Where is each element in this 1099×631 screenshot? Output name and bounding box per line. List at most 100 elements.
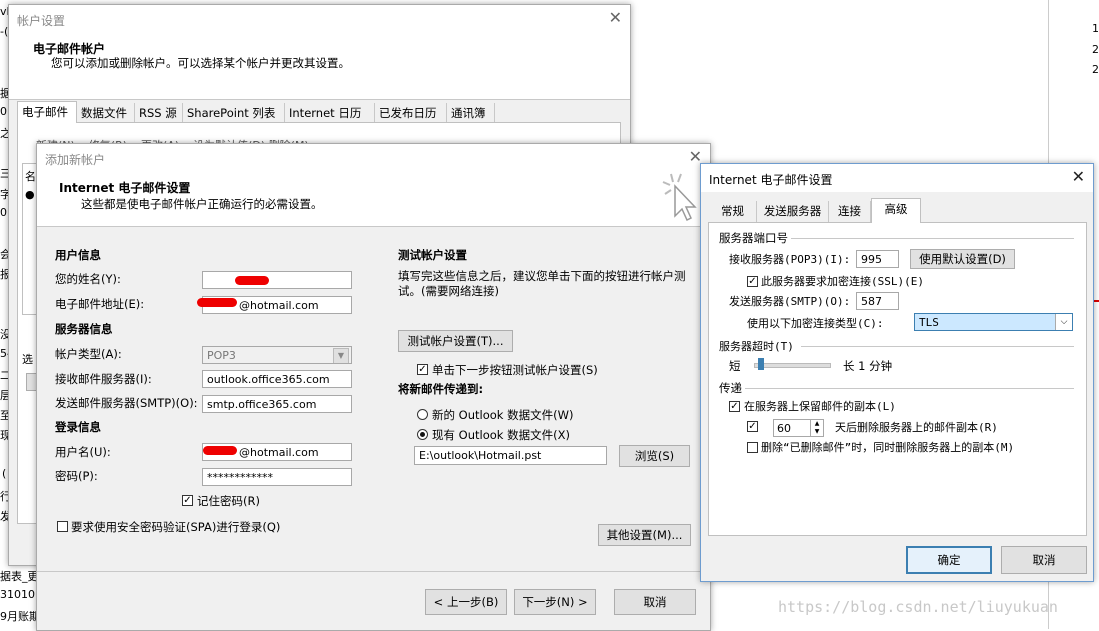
more-settings-button[interactable]: 其他设置(M)... bbox=[598, 524, 691, 546]
account-settings-titlebar: 帐户设置 ✕ 电子邮件帐户 您可以添加或删除帐户。可以选择某个帐户并更改其设置。 bbox=[9, 5, 630, 99]
cancel-button[interactable]: 取消 bbox=[1001, 546, 1087, 574]
add-account-header: 添加新帐户 ✕ Internet 电子邮件设置 这些都是使电子邮件帐户正确运行的… bbox=[37, 144, 710, 226]
password-label: 密码(P): bbox=[55, 469, 98, 483]
spa-label: 要求使用安全密码验证(SPA)进行登录(Q) bbox=[71, 520, 281, 534]
window-title: Internet 电子邮件设置 bbox=[709, 173, 833, 187]
encryption-type-value: TLS bbox=[919, 316, 939, 329]
delete-with-deleted-items-checkbox[interactable] bbox=[747, 442, 758, 453]
smtp-label: 发送服务器(SMTP)(O): bbox=[729, 295, 851, 308]
username-label: 用户名(U): bbox=[55, 445, 111, 459]
ssl-label: 此服务器要求加密连接(SSL)(E) bbox=[761, 275, 924, 288]
bg-frag: ( bbox=[2, 467, 7, 480]
keep-copy-label: 在服务器上保留邮件的副本(L) bbox=[744, 400, 896, 413]
username-input-text: @hotmail.com bbox=[239, 446, 319, 459]
redaction-mark bbox=[235, 276, 269, 285]
use-defaults-button[interactable]: 使用默认设置(D) bbox=[910, 249, 1015, 269]
delete-after-days-checkbox[interactable]: ✓ bbox=[747, 421, 758, 432]
timeout-slider-thumb[interactable] bbox=[757, 358, 764, 370]
outgoing-server-input[interactable]: smtp.office365.com bbox=[202, 395, 352, 413]
account-type-value: POP3 bbox=[207, 349, 236, 362]
tab-0[interactable]: 电子邮件 bbox=[17, 101, 77, 123]
chevron-down-icon: ⌵ bbox=[1055, 314, 1072, 330]
ssl-checkbox[interactable]: ✓ bbox=[747, 276, 758, 287]
bg-frag: 9月账期 bbox=[0, 610, 40, 623]
left-fragment: 选 bbox=[22, 353, 33, 366]
redaction-mark bbox=[197, 298, 237, 307]
close-icon[interactable]: ✕ bbox=[609, 9, 622, 27]
timeout-section: 服务器超时(T) bbox=[719, 340, 794, 353]
tab-2[interactable]: RSS 源 bbox=[135, 103, 183, 122]
delivery-section: 传递 bbox=[719, 381, 742, 395]
section-subheading: 您可以添加或删除帐户。可以选择某个帐户并更改其设置。 bbox=[51, 56, 350, 70]
cancel-button[interactable]: 取消 bbox=[614, 589, 696, 615]
bg-number-3: 2 bbox=[1092, 63, 1099, 76]
password-input[interactable]: ************ bbox=[202, 468, 352, 486]
stepper-down-icon[interactable]: ▼ bbox=[810, 428, 823, 436]
tab-5[interactable]: 已发布日历 bbox=[375, 103, 447, 122]
browse-button[interactable]: 浏览(S) bbox=[619, 445, 690, 467]
incoming-server-label: 接收邮件服务器(I): bbox=[55, 372, 152, 386]
timeout-short-label: 短 bbox=[729, 359, 741, 373]
incoming-server-input[interactable]: outlook.office365.com bbox=[202, 370, 352, 388]
new-data-file-radio[interactable] bbox=[417, 409, 428, 420]
window-title: 帐户设置 bbox=[17, 14, 66, 28]
account-icon: ● bbox=[25, 188, 35, 201]
smtp-port-input[interactable]: 587 bbox=[856, 292, 899, 310]
server-info-section: 服务器信息 bbox=[55, 322, 113, 336]
tab-0[interactable]: 常规 bbox=[709, 201, 757, 222]
test-description: 填写完这些信息之后，建议您单击下面的按钮进行帐户测试。(需要网络连接) bbox=[398, 269, 686, 298]
tab-1[interactable]: 发送服务器 bbox=[757, 201, 829, 222]
data-file-path-input[interactable]: E:\outlook\Hotmail.pst bbox=[414, 446, 607, 465]
keep-copy-checkbox[interactable]: ✓ bbox=[729, 401, 740, 412]
next-button[interactable]: 下一步(N) > bbox=[514, 589, 596, 615]
close-icon[interactable]: ✕ bbox=[1072, 168, 1085, 186]
tab-3[interactable]: 高级 bbox=[871, 198, 921, 223]
test-account-button[interactable]: 测试帐户设置(T)... bbox=[398, 330, 513, 352]
cursor-sparkle-icon bbox=[662, 173, 697, 222]
account-type-label: 帐户类型(A): bbox=[55, 347, 122, 361]
days-stepper[interactable]: 60 ▲ ▼ bbox=[773, 419, 824, 437]
email-input-text: @hotmail.com bbox=[239, 299, 319, 312]
bg-frag: 31010 bbox=[0, 588, 35, 601]
encryption-type-select[interactable]: TLS ⌵ bbox=[914, 313, 1073, 331]
name-input[interactable] bbox=[202, 271, 352, 289]
ok-button[interactable]: 确定 bbox=[906, 546, 992, 574]
existing-data-file-radio[interactable] bbox=[417, 429, 428, 440]
timeout-slider-track[interactable] bbox=[754, 363, 831, 368]
bg-number-1: 1 bbox=[1092, 22, 1099, 35]
tab-3[interactable]: SharePoint 列表 bbox=[183, 103, 285, 122]
new-data-file-label: 新的 Outlook 数据文件(W) bbox=[432, 408, 574, 422]
pop3-port-input[interactable]: 995 bbox=[856, 250, 899, 268]
tab-6[interactable]: 通讯簿 bbox=[447, 103, 495, 122]
days-value: 60 bbox=[777, 422, 791, 435]
stepper-up-icon[interactable]: ▲ bbox=[810, 420, 823, 428]
name-label: 您的姓名(Y): bbox=[55, 272, 121, 286]
bg-frag: 据表_更 bbox=[0, 570, 39, 583]
ports-section: 服务器端口号 bbox=[719, 231, 788, 245]
tab-4[interactable]: Internet 日历 bbox=[285, 103, 375, 122]
internet-settings-window: Internet 电子邮件设置 ✕ 常规 发送服务器 连接 高级 服务器端口号 接收服… bbox=[700, 163, 1094, 582]
pop3-label: 接收服务器(POP3)(I): bbox=[729, 253, 851, 266]
back-button[interactable]: < 上一步(B) bbox=[425, 589, 507, 615]
login-info-section: 登录信息 bbox=[55, 420, 101, 434]
user-info-section: 用户信息 bbox=[55, 248, 101, 262]
timeout-long-label: 长 1 分钟 bbox=[843, 359, 893, 373]
redaction-mark bbox=[203, 446, 237, 455]
watermark: https://blog.csdn.net/liuyukuan bbox=[778, 598, 1058, 616]
auto-test-checkbox[interactable]: ✓ bbox=[417, 364, 428, 375]
advanced-tab-panel: 服务器端口号 接收服务器(POP3)(I): 995 使用默认设置(D) ✓ 此… bbox=[708, 222, 1087, 536]
encryption-type-label: 使用以下加密连接类型(C): bbox=[747, 317, 884, 330]
days-label: 天后删除服务器上的邮件副本(R) bbox=[835, 421, 998, 434]
email-label: 电子邮件地址(E): bbox=[55, 297, 145, 311]
chevron-down-icon: ▼ bbox=[333, 348, 349, 363]
list-item[interactable]: 名 bbox=[25, 168, 36, 184]
existing-data-file-label: 现有 Outlook 数据文件(X) bbox=[432, 428, 570, 442]
window-title: 添加新帐户 bbox=[45, 153, 106, 167]
remember-password-checkbox[interactable]: ✓ bbox=[182, 495, 193, 506]
spa-checkbox[interactable] bbox=[57, 521, 68, 532]
auto-test-label: 单击下一步按钮测试帐户设置(S) bbox=[432, 363, 598, 377]
tab-1[interactable]: 数据文件 bbox=[77, 103, 135, 122]
delete-with-deleted-items-label: 删除“已删除邮件”时，同时删除服务器上的副本(M) bbox=[761, 441, 1015, 454]
tab-2[interactable]: 连接 bbox=[829, 201, 871, 222]
test-section: 测试帐户设置 bbox=[398, 248, 467, 262]
